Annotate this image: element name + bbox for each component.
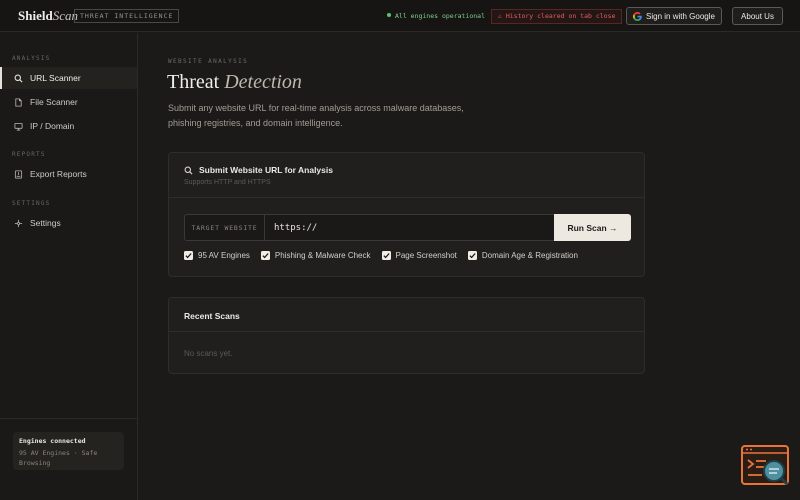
google-button-label: Sign in with Google [646, 11, 715, 21]
app-logo[interactable]: ShieldScan [18, 8, 78, 24]
google-icon [633, 11, 642, 21]
recent-scans-card: Recent Scans No scans yet. [168, 297, 645, 374]
assistant-widget-icon[interactable] [740, 444, 792, 488]
recent-scans-title: Recent Scans [184, 311, 240, 321]
checkbox-checked-icon[interactable] [467, 251, 477, 260]
search-icon [184, 166, 193, 175]
option-av-engines[interactable]: 95 AV Engines [184, 251, 250, 260]
checkbox-checked-icon[interactable] [184, 251, 193, 260]
sidebar-item-settings[interactable]: Settings [0, 212, 137, 234]
sidebar-item-export-reports[interactable]: Export Reports [0, 163, 137, 185]
submit-url-card: Submit Website URL for Analysis Supports… [168, 152, 645, 277]
gear-icon [14, 219, 23, 227]
about-us-button[interactable]: About Us [732, 7, 783, 25]
sidebar-section-settings: SETTINGS [12, 200, 51, 207]
checkbox-checked-icon[interactable] [381, 251, 391, 260]
submit-card-header: Submit Website URL for Analysis Supports… [169, 153, 644, 198]
checkbox-checked-icon[interactable] [260, 251, 270, 260]
search-icon [14, 74, 23, 83]
option-phishing-malware[interactable]: Phishing & Malware Check [260, 251, 371, 260]
section-tag: THREAT INTELLIGENCE [74, 9, 180, 23]
sidebar-item-label: URL Scanner [30, 73, 81, 83]
recent-scans-empty: No scans yet. [184, 349, 233, 358]
page-title: Threat Detection [167, 71, 302, 94]
google-sign-in-button[interactable]: Sign in with Google [626, 7, 722, 25]
title-italic: Detection [224, 71, 302, 93]
option-page-screenshot[interactable]: Page Screenshot [381, 251, 457, 260]
title-plain: Threat [167, 71, 220, 93]
submit-card-title: Submit Website URL for Analysis [184, 165, 333, 175]
submit-card-title-text: Submit Website URL for Analysis [199, 165, 333, 175]
url-input[interactable] [266, 215, 553, 240]
sidebar-item-label: Settings [30, 218, 61, 228]
logo-bold-text: Shield [18, 8, 53, 23]
option-domain-age[interactable]: Domain Age & Registration [467, 251, 578, 260]
export-icon [14, 169, 23, 179]
recent-scans-header: Recent Scans [169, 298, 644, 332]
sidebar-item-url-scanner[interactable]: URL Scanner [0, 67, 137, 89]
sidebar-footer: Engines connected 95 AV Engines · Safe B… [0, 418, 137, 500]
file-icon [15, 97, 22, 107]
sidebar-item-ip-domain[interactable]: IP / Domain [0, 115, 137, 137]
status-dot-icon [387, 13, 391, 17]
page-eyebrow: WEBSITE ANALYSIS [168, 58, 249, 65]
sidebar-item-label: Export Reports [30, 169, 87, 179]
option-label: Page Screenshot [395, 251, 457, 260]
sidebar: ANALYSIS URL Scanner File Scanner IP / D… [0, 33, 138, 500]
engines-status: All engines operational [387, 11, 485, 21]
sidebar-item-label: File Scanner [30, 97, 78, 107]
option-label: Phishing & Malware Check [274, 251, 371, 260]
top-bar: ShieldScan THREAT INTELLIGENCE All engin… [0, 0, 800, 32]
page-subtitle: Submit any website URL for real-time ana… [168, 103, 464, 128]
target-website-label: TARGET WEBSITE [185, 215, 265, 240]
sidebar-item-label: IP / Domain [30, 121, 75, 131]
engines-card-title: Engines connected [19, 437, 86, 445]
engines-connected-card: Engines connected 95 AV Engines · Safe B… [13, 432, 124, 470]
engines-card-subtitle: 95 AV Engines · Safe Browsing [19, 449, 98, 467]
scan-options: 95 AV Engines Phishing & Malware Check P… [184, 251, 578, 260]
history-warning-badge: ⚠ History cleared on tab close [491, 9, 623, 24]
sidebar-item-file-scanner[interactable]: File Scanner [0, 91, 137, 113]
run-scan-button[interactable]: Run Scan → [554, 214, 631, 241]
url-input-group: TARGET WEBSITE Run Scan → [184, 214, 631, 241]
sidebar-section-reports: REPORTS [12, 151, 46, 158]
submit-card-subtitle: Supports HTTP and HTTPS [184, 179, 271, 186]
monitor-icon [14, 122, 23, 131]
engines-status-text: All engines operational [395, 12, 486, 20]
option-label: 95 AV Engines [198, 251, 250, 260]
option-label: Domain Age & Registration [481, 251, 578, 260]
sidebar-section-analysis: ANALYSIS [12, 55, 51, 62]
